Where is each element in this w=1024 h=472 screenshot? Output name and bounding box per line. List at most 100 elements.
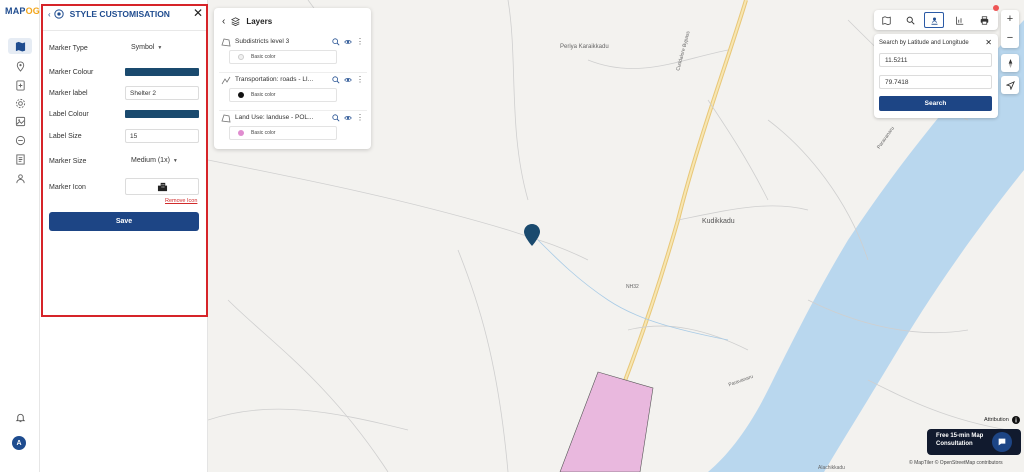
map-icon[interactable] [8, 38, 32, 54]
search-submit-button[interactable]: Search [879, 96, 992, 111]
caret-down-icon: ▼ [157, 44, 163, 51]
latitude-input[interactable]: 11.5211 [879, 53, 992, 67]
map-label: Kudikkadu [702, 218, 735, 225]
layer-name: Transportation: roads - LI... [235, 76, 314, 83]
marker-type-label: Marker Type [49, 44, 88, 52]
chevron-left-icon[interactable]: ‹ [48, 10, 51, 19]
left-nav-rail: MAPOG A [0, 0, 40, 472]
separator [219, 110, 367, 111]
layers-icon [231, 16, 241, 26]
zoom-out-button[interactable]: − [1001, 29, 1019, 47]
print-button[interactable] [974, 12, 994, 28]
color-dot [238, 130, 244, 136]
layer-style-chip[interactable]: Basic color [229, 126, 337, 140]
layer-style-chip[interactable]: Basic color [229, 50, 337, 64]
locate-button[interactable] [1001, 76, 1019, 94]
bell-icon[interactable] [8, 409, 32, 425]
compass-button[interactable] [1001, 54, 1019, 72]
layers-panel: ‹ Layers Subdistricts level 3 ⋮ Basic co… [214, 8, 371, 149]
label-size-input[interactable]: 15 [125, 129, 199, 143]
polygon-icon [221, 114, 231, 123]
latlong-search-panel: Search by Latitude and Longitude ✕ 11.52… [874, 34, 998, 118]
close-icon[interactable]: ✕ [193, 6, 203, 20]
location-pin-icon[interactable] [8, 58, 32, 74]
layers-header: ‹ Layers [222, 14, 272, 28]
layer-item[interactable]: Subdistricts level 3 ⋮ Basic color [219, 37, 367, 72]
search-icon [906, 16, 915, 25]
team-icon[interactable] [8, 170, 32, 186]
gallery-icon[interactable] [8, 113, 32, 129]
map-toolbar [874, 10, 998, 30]
measure-button[interactable] [949, 12, 969, 28]
basemap-icon [881, 15, 891, 25]
basemap-button[interactable] [876, 12, 896, 28]
longitude-input[interactable]: 79.7418 [879, 75, 992, 89]
add-layer-icon[interactable] [8, 77, 32, 93]
marker-type-row: Marker Type [49, 41, 199, 55]
layer-name: Subdistricts level 3 [235, 38, 290, 45]
info-icon [1011, 416, 1020, 424]
zoom-in-button[interactable]: + [1001, 10, 1019, 28]
layer-style-chip[interactable]: Basic color [229, 88, 337, 102]
label-size-label: Label Size [49, 132, 82, 140]
marker-type-dropdown[interactable]: Symbol ▼ [131, 44, 162, 51]
zoom-to-layer-icon[interactable] [332, 75, 340, 84]
marker-colour-label: Marker Colour [49, 68, 94, 76]
layers-title: Layers [246, 16, 273, 26]
caret-down-icon: ▼ [172, 157, 178, 164]
layer-style: Basic color [251, 92, 276, 98]
search-title: Search by Latitude and Longitude [879, 40, 969, 46]
color-dot [238, 54, 244, 60]
layer-style: Basic color [251, 54, 276, 60]
panel-title: STYLE CUSTOMISATION [69, 9, 170, 19]
marker-colour-swatch[interactable] [125, 68, 199, 76]
save-button[interactable]: Save [49, 212, 199, 231]
eye-icon[interactable] [344, 76, 352, 84]
settings-icon[interactable] [8, 95, 32, 111]
remove-icon-link[interactable]: Remove Icon [165, 198, 197, 204]
analysis-icon[interactable] [8, 132, 32, 148]
eye-icon[interactable] [344, 38, 352, 46]
layer-style: Basic color [251, 130, 276, 136]
map-copyright: © MapTiler © OpenStreetMap contributors [909, 460, 1003, 466]
notification-dot [993, 5, 999, 11]
report-icon[interactable] [8, 151, 32, 167]
separator [219, 72, 367, 73]
eye-icon[interactable] [344, 114, 352, 122]
marker-label-label: Marker label [49, 89, 88, 97]
map-label: NH32 [626, 284, 639, 290]
marker-label-input[interactable]: Shelter 2 [125, 86, 199, 100]
divider [43, 30, 206, 31]
app-logo[interactable]: MAPOG [5, 6, 40, 16]
label-colour-swatch[interactable] [125, 110, 199, 118]
search-button[interactable] [900, 12, 920, 28]
zoom-to-layer-icon[interactable] [332, 113, 340, 122]
marker-size-label: Marker Size [49, 157, 87, 165]
more-icon[interactable]: ⋮ [356, 113, 364, 122]
line-icon [221, 76, 231, 85]
coordinate-search-button[interactable] [924, 12, 944, 28]
zoom-to-layer-icon[interactable] [332, 37, 340, 46]
more-icon[interactable]: ⋮ [356, 75, 364, 84]
polygon-icon [221, 38, 231, 47]
measure-icon [955, 16, 963, 25]
building-icon [157, 182, 167, 191]
close-icon[interactable]: ✕ [985, 38, 992, 47]
marker-size-dropdown[interactable]: Medium (1x) ▼ [131, 157, 178, 164]
chevron-left-icon[interactable]: ‹ [222, 16, 225, 27]
layer-item[interactable]: Land Use: landuse - POL... ⋮ Basic color [219, 113, 367, 148]
layer-name: Land Use: landuse - POL... [235, 114, 314, 121]
marker-icon-picker[interactable] [125, 178, 199, 195]
label-colour-label: Label Colour [49, 110, 89, 118]
map-label: Periya Karaikkadu [560, 44, 609, 50]
layer-item[interactable]: Transportation: roads - LI... ⋮ Basic co… [219, 75, 367, 110]
navigation-arrow-icon [1005, 80, 1015, 90]
more-icon[interactable]: ⋮ [356, 37, 364, 46]
user-avatar[interactable]: A [12, 436, 26, 450]
attribution-label: Attribution [984, 417, 1009, 423]
chat-bubble-icon [998, 438, 1006, 446]
map-marker-icon[interactable] [524, 224, 540, 246]
chat-icon[interactable] [992, 432, 1012, 452]
map-label: Alachikkadu [818, 465, 845, 471]
attribution[interactable]: Attribution [984, 416, 1020, 424]
